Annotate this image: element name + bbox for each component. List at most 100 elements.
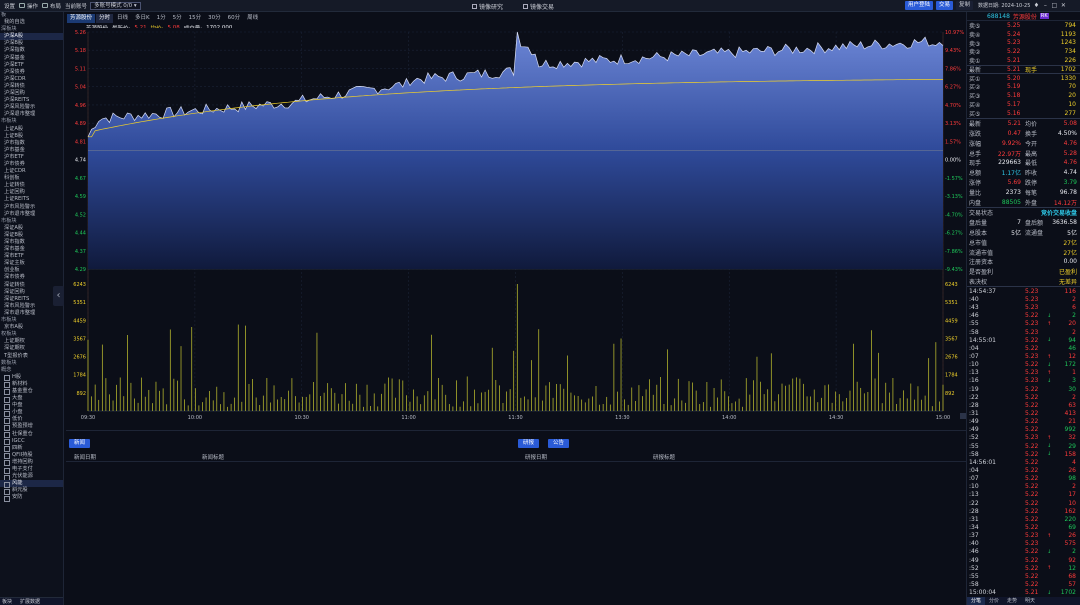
sidebar-item[interactable]: 沪市指数 [0, 140, 63, 147]
tick-price: 5.23 [1025, 304, 1039, 312]
news-button[interactable]: 新闻 [69, 439, 91, 448]
sidebar-item[interactable]: T型报价表 [0, 353, 63, 360]
sidebar-item[interactable]: 沪市退市整理 [0, 211, 63, 218]
info-row: 注册资本 0.00 [967, 257, 1080, 267]
tick-tab[interactable]: 分价 [985, 597, 1003, 605]
close-icon[interactable]: ✕ [1060, 2, 1066, 9]
stat-row: 涨停 5.69 跌停 3.79 [967, 178, 1080, 188]
sidebar-item[interactable]: 市板块 [0, 218, 63, 225]
user-login-button[interactable]: 用户登陆 [905, 1, 934, 10]
sidebar-item[interactable]: 小盘 [0, 409, 63, 417]
sidebar-item[interactable]: 深市退市整理 [0, 310, 63, 317]
trade-button[interactable]: 交易 [936, 1, 954, 10]
layout-menu[interactable]: 布局 [42, 2, 61, 10]
tick-row: :55 5.22 68 [967, 572, 1080, 580]
sidebar-item[interactable]: H股 [0, 374, 63, 382]
collapse-sidebar-button[interactable]: ‹ [53, 286, 64, 306]
chart-tab[interactable]: 多日K [132, 14, 153, 23]
tick-price: 5.23 [1025, 320, 1039, 328]
stock-header: 688148 芳源股份 RK [967, 12, 1080, 21]
tick-tab[interactable]: 明天 [1021, 597, 1039, 605]
sidebar-item[interactable]: 沪深CDR [0, 76, 63, 83]
sidebar-item[interactable]: 深证A股 [0, 225, 63, 232]
sidebar-item[interactable]: 光伏能源 [0, 473, 63, 481]
sidebar-item[interactable]: 风能 [0, 480, 63, 488]
sidebar-item[interactable]: 上证B股 [0, 133, 63, 140]
sidebar-item[interactable]: 上证REITS [0, 196, 63, 203]
sidebar-item[interactable]: QFII持股 [0, 452, 63, 460]
sidebar-item[interactable]: 中盘 [0, 402, 63, 410]
tick-time: :31 [969, 515, 979, 523]
sidebar-item[interactable]: 四新 [0, 445, 63, 453]
sidebar-item[interactable]: 社保重仓 [0, 431, 63, 439]
sidebar-item[interactable]: 概念 [0, 367, 63, 374]
sidebar-item[interactable]: 沪深指数 [0, 47, 63, 54]
tick-row: :19 5.22 30 [967, 385, 1080, 393]
chart-tab[interactable]: 芳源股份 [67, 14, 96, 23]
account-mode-value: 多账号模式 0/0 [94, 2, 133, 9]
tick-tab[interactable]: 走势 [1003, 597, 1021, 605]
intraday-chart[interactable]: 5.26 10.97% 5.18 9.43% 5.11 7.86% 5.04 6.27% 4.9… [66, 28, 966, 428]
operate-menu[interactable]: 操作 [19, 2, 38, 10]
tick-tab[interactable]: 分笔 [967, 597, 986, 605]
sidebar-item[interactable]: 沪深基金 [0, 55, 63, 62]
tick-price: 5.22 [1025, 336, 1039, 344]
chart-tab[interactable]: 分时 [96, 14, 114, 23]
stat-value: 2373 [1005, 188, 1021, 196]
research-button[interactable]: 研报 [518, 439, 540, 448]
tick-time: :04 [969, 466, 979, 474]
sidebar-item[interactable]: 增持回购 [0, 459, 63, 467]
tick-volume: 68 [1068, 572, 1076, 580]
sidebar-item[interactable]: 沪深债券 [0, 69, 63, 76]
tick-arrow: ↓ [1047, 443, 1052, 450]
chart-tab[interactable]: 1分 [154, 14, 169, 23]
tick-time: 15:00:04 [969, 589, 996, 597]
settings-menu[interactable]: 设置 [4, 2, 15, 10]
sidebar-item[interactable]: 深证B股 [0, 232, 63, 239]
sidebar-item[interactable]: 沪市ETF [0, 154, 63, 161]
mirror-research-toggle[interactable]: 镜像研究 [472, 2, 503, 11]
sidebar-tab-board[interactable]: 板块 [2, 598, 12, 605]
mirror-trade-toggle[interactable]: 镜像交易 [523, 2, 554, 11]
tick-tabs: 分笔 分价 走势 明天 [967, 597, 1080, 605]
sidebar-item[interactable]: 大盘 [0, 395, 63, 403]
sidebar-item[interactable]: 沪市风险警示 [0, 204, 63, 211]
order-book-row: 买② 5.19 70 [967, 83, 1080, 91]
sidebar-item[interactable]: 沪深转债 [0, 83, 63, 90]
sidebar-item[interactable]: 沪市基金 [0, 147, 63, 154]
sidebar-item[interactable]: 预盈预增 [0, 423, 63, 432]
sidebar-item[interactable]: IGCC [0, 438, 63, 446]
sidebar-item[interactable]: 数板块 [0, 360, 63, 367]
chart-tab[interactable]: 30分 [205, 14, 224, 23]
minimize-icon[interactable]: – [1042, 2, 1048, 9]
sidebar-item[interactable]: 基金重仓 [0, 388, 63, 396]
sidebar-item[interactable]: 上证A股 [0, 126, 63, 133]
chart-tab[interactable]: 15分 [186, 14, 205, 23]
copy-button[interactable]: 复制 [956, 1, 974, 10]
chart-tab[interactable]: 60分 [225, 14, 244, 23]
account-mode-select[interactable]: 多账号模式 0/0 ▾ [90, 1, 141, 10]
sidebar-item[interactable]: 沪市债券 [0, 161, 63, 168]
chart-tab[interactable]: 5分 [170, 14, 185, 23]
sidebar-item[interactable]: 安防 [0, 494, 63, 502]
order-book-row: 卖③ 5.23 1243 [967, 39, 1080, 47]
sidebar-tab-extended[interactable]: 扩展数据 [20, 598, 40, 605]
data-date: 数据日期: 2024-10-25 [978, 3, 1031, 9]
tick-price: 5.23 [1025, 434, 1039, 442]
tick-row: :49 5.22 992 [967, 426, 1080, 434]
announcement-button[interactable]: 公告 [548, 439, 570, 448]
shirt-icon[interactable]: ♦ [1033, 2, 1039, 9]
stat-row: 涨幅 9.92% 今开 4.76 [967, 138, 1080, 148]
sidebar-item[interactable]: 新材料 [0, 381, 63, 389]
price-tick-label: 5.11 [75, 66, 86, 72]
tick-price: 5.22 [1025, 401, 1039, 409]
sidebar-item[interactable]: 沪深ETF [0, 62, 63, 69]
sidebar-item[interactable]: 斜元股 [0, 487, 63, 495]
tick-time: :04 [969, 344, 979, 352]
sidebar-item[interactable]: 市板块 [0, 118, 63, 125]
chart-tab[interactable]: 日线 [114, 14, 131, 23]
sidebar-item[interactable]: 深证期权 [0, 345, 63, 352]
chart-tab[interactable]: 周线 [244, 14, 261, 23]
sidebar-item[interactable]: 深市债券 [0, 274, 63, 281]
maximize-icon[interactable]: □ [1051, 2, 1058, 9]
